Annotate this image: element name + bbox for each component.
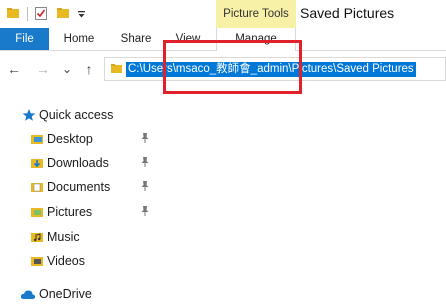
nav-item-label: Downloads <box>47 156 109 170</box>
address-path[interactable]: C:\Users\msaco_教師會_admin\Pictures\Saved … <box>126 62 416 77</box>
customize-dropdown-icon[interactable] <box>77 8 86 22</box>
folder-icon[interactable] <box>6 6 20 23</box>
picture-tools-label: Picture Tools <box>223 8 289 20</box>
new-folder-icon[interactable] <box>56 6 70 23</box>
nav-item-desktop[interactable]: Desktop <box>0 129 160 151</box>
downloads-icon <box>30 156 44 173</box>
nav-item-videos[interactable]: Videos <box>0 251 160 273</box>
videos-icon <box>30 254 44 271</box>
nav-item-pictures[interactable]: Pictures <box>0 202 160 224</box>
nav-item-label: Videos <box>47 254 85 268</box>
navigation-pane: Quick access Desktop Downloads Documents <box>0 100 160 305</box>
pin-icon[interactable] <box>140 205 150 220</box>
nav-item-documents[interactable]: Documents <box>0 177 160 199</box>
pictures-icon <box>30 205 44 222</box>
forward-button[interactable]: → <box>34 59 52 79</box>
nav-item-label: Music <box>47 230 80 244</box>
nav-item-onedrive[interactable]: OneDrive <box>0 284 160 306</box>
tab-share[interactable]: Share <box>114 28 158 50</box>
address-bar[interactable]: C:\Users\msaco_教師會_admin\Pictures\Saved … <box>104 57 446 81</box>
recent-locations-button[interactable]: ⌄ <box>59 59 75 79</box>
tab-manage[interactable]: Manage <box>216 28 296 51</box>
nav-item-quick-access[interactable]: Quick access <box>0 105 160 127</box>
star-icon <box>22 108 36 125</box>
tab-home[interactable]: Home <box>57 28 101 50</box>
nav-item-label: Pictures <box>47 205 93 219</box>
documents-icon <box>30 180 44 197</box>
folder-icon <box>110 62 123 78</box>
quick-access-label: Quick access <box>39 108 114 122</box>
back-button[interactable]: ← <box>4 59 24 79</box>
desktop-folder-icon <box>30 132 44 149</box>
toolbar-separator <box>27 7 28 21</box>
cloud-icon <box>20 289 36 303</box>
window-title: Saved Pictures <box>300 5 395 21</box>
ribbon-tab-bar: File Home Share View Manage <box>0 28 446 51</box>
nav-item-label: Desktop <box>47 132 93 146</box>
nav-item-music[interactable]: Music <box>0 227 160 249</box>
pin-icon[interactable] <box>140 132 150 147</box>
nav-item-downloads[interactable]: Downloads <box>0 153 160 175</box>
up-button[interactable]: ↑ <box>80 59 98 79</box>
tab-file[interactable]: File <box>0 28 49 50</box>
pin-icon[interactable] <box>140 156 150 171</box>
pin-icon[interactable] <box>140 180 150 195</box>
music-icon <box>30 230 44 247</box>
onedrive-label: OneDrive <box>39 287 92 301</box>
nav-item-label: Documents <box>47 180 111 194</box>
tab-view[interactable]: View <box>168 28 208 50</box>
properties-checkmark-icon[interactable] <box>34 6 48 24</box>
